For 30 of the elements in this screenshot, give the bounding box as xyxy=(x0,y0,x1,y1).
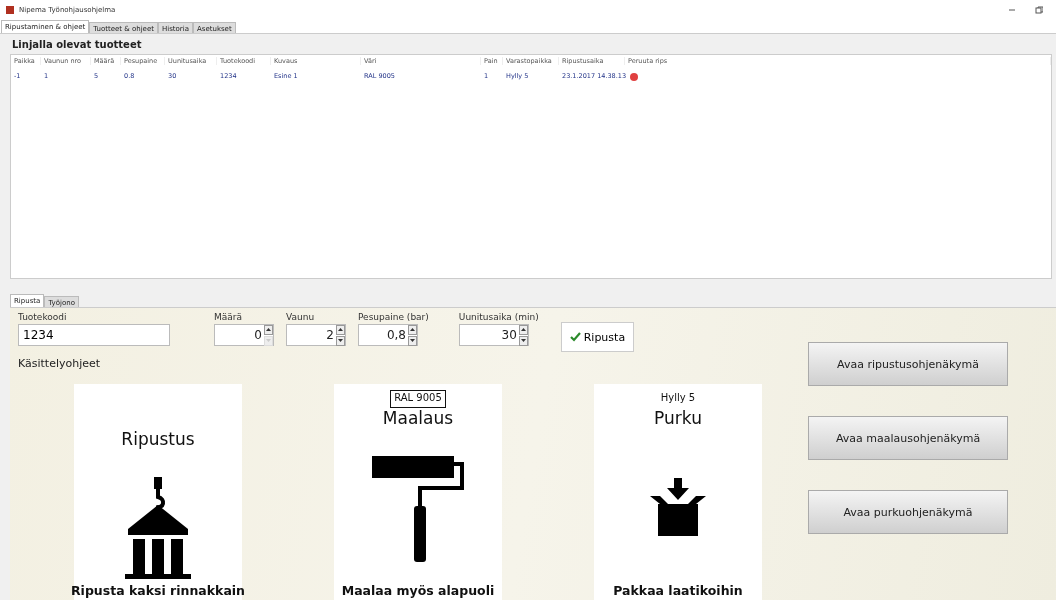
open-view-button[interactable]: Avaa purkuohjenäkymä xyxy=(808,490,1008,534)
open-view-button[interactable]: Avaa maalausohjenäkymä xyxy=(808,416,1008,460)
crane-hook-building-icon xyxy=(123,477,193,579)
open-box-arrow-icon xyxy=(650,478,706,538)
field-label: Määrä xyxy=(214,312,243,324)
card-tag: RAL 9005 xyxy=(390,390,446,408)
checkmark-icon xyxy=(569,332,581,342)
number-spinner[interactable]: 30 xyxy=(458,324,529,346)
group-title: Linjalla olevat tuotteet xyxy=(11,38,143,53)
section-label: Käsittelyohjeet xyxy=(18,357,102,370)
number-spinner[interactable]: 2 xyxy=(286,324,346,346)
field-label: Pesupaine (bar) xyxy=(358,312,429,324)
card-title: Maalaus xyxy=(382,408,454,428)
app-logo-icon xyxy=(6,5,14,14)
field-label: Tuotekoodi xyxy=(18,312,68,324)
cancel-icon[interactable] xyxy=(630,73,638,82)
card-tag: Hylly 5 xyxy=(656,390,700,408)
card-title: Purku xyxy=(654,408,702,428)
restore-icon[interactable] xyxy=(1035,5,1043,14)
field-label: Vaunu xyxy=(286,312,316,324)
open-view-button[interactable]: Avaa ripustusohjenäkymä xyxy=(808,342,1008,386)
field-label: Uunitusaika (min) xyxy=(458,312,539,324)
number-spinner[interactable]: 0 xyxy=(214,324,274,346)
card-caption: Pakkaa laatikoihin xyxy=(613,583,743,600)
card-title: Ripustus xyxy=(121,429,195,449)
card-caption: Maalaa myös alapuoli xyxy=(341,583,495,600)
product-code-field[interactable]: 1234 xyxy=(18,324,170,346)
card-caption: Ripusta kaksi rinnakkain xyxy=(71,583,245,600)
number-spinner[interactable]: 0,8 xyxy=(358,324,418,346)
hang-button[interactable]: Ripusta xyxy=(560,322,635,352)
